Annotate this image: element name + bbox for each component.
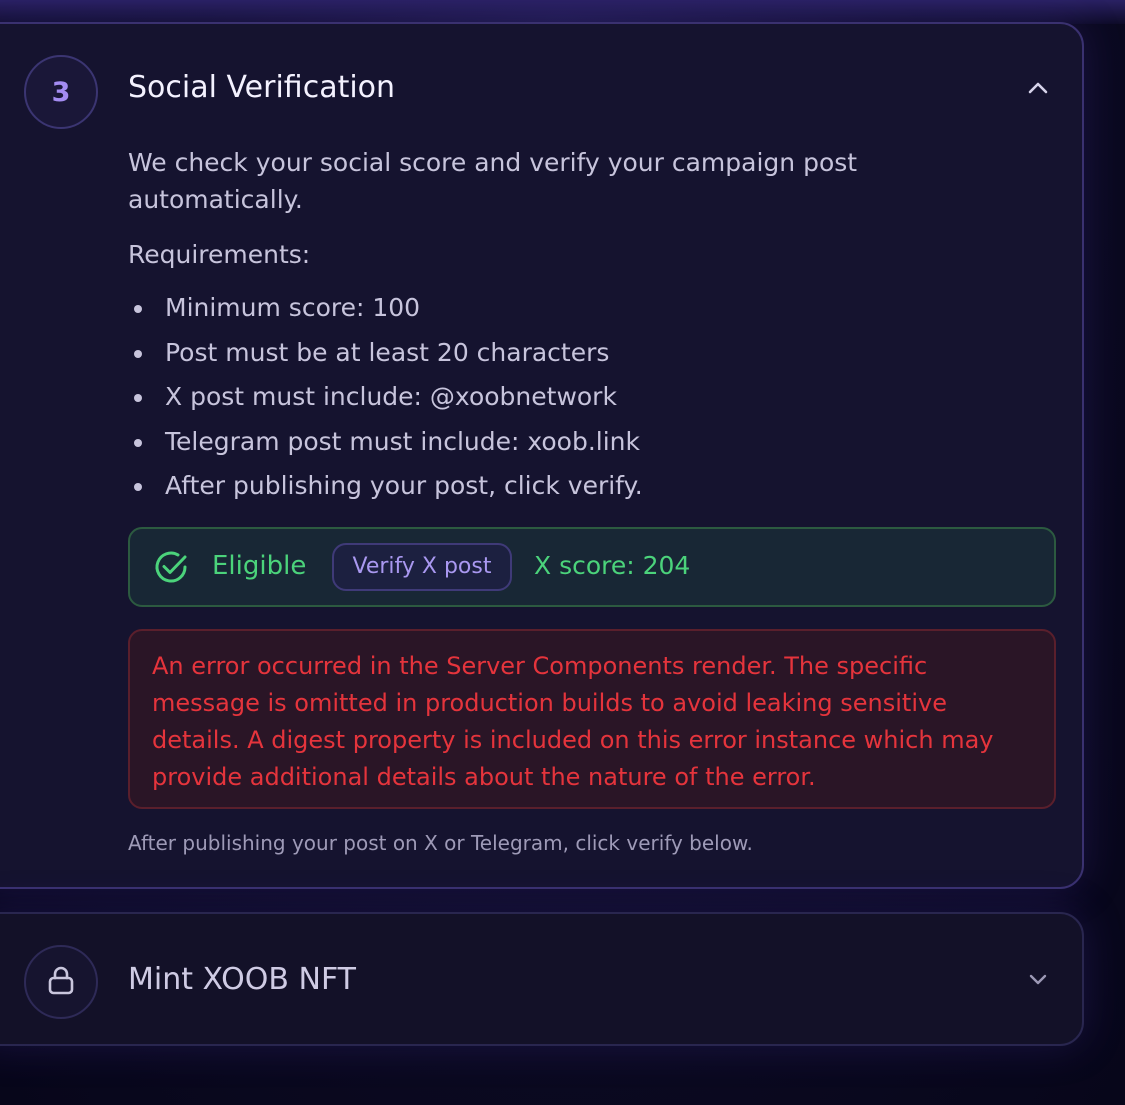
mint-nft-card[interactable]: Mint XOOB NFT <box>0 912 1084 1046</box>
card-title[interactable]: Social Verification <box>128 70 395 105</box>
requirement-item: After publishing your post, click verify… <box>128 468 643 513</box>
eligibility-status-box: Eligible Verify X post X score: 204 <box>128 527 1056 607</box>
requirement-item: Telegram post must include: xoob.link <box>128 424 643 469</box>
step-number-badge: 3 <box>24 55 98 129</box>
verify-x-post-button[interactable]: Verify X post <box>332 543 512 591</box>
top-glow <box>0 0 1125 24</box>
requirement-item: Post must be at least 20 characters <box>128 335 643 380</box>
error-message-box: An error occurred in the Server Componen… <box>128 629 1056 809</box>
error-message: An error occurred in the Server Componen… <box>152 652 994 791</box>
lock-badge <box>24 945 98 1019</box>
eligible-label: Eligible <box>212 551 307 581</box>
requirements-heading: Requirements: <box>128 240 311 269</box>
lock-icon <box>44 963 78 1001</box>
card-description: We check your social score and verify yo… <box>128 148 858 214</box>
chevron-up-icon[interactable] <box>1026 80 1050 100</box>
social-verification-card: 3 Social Verification We check your soci… <box>0 22 1084 889</box>
card-title[interactable]: Mint XOOB NFT <box>128 962 356 997</box>
requirements-list: Minimum score: 100 Post must be at least… <box>128 290 643 513</box>
requirement-item: Minimum score: 100 <box>128 290 643 335</box>
requirement-item: X post must include: @xoobnetwork <box>128 379 643 424</box>
verify-footnote: After publishing your post on X or Teleg… <box>128 831 753 855</box>
x-score-text: X score: 204 <box>534 551 691 580</box>
chevron-down-icon[interactable] <box>1026 971 1050 991</box>
step-number: 3 <box>51 76 71 108</box>
check-circle-icon <box>152 548 190 590</box>
